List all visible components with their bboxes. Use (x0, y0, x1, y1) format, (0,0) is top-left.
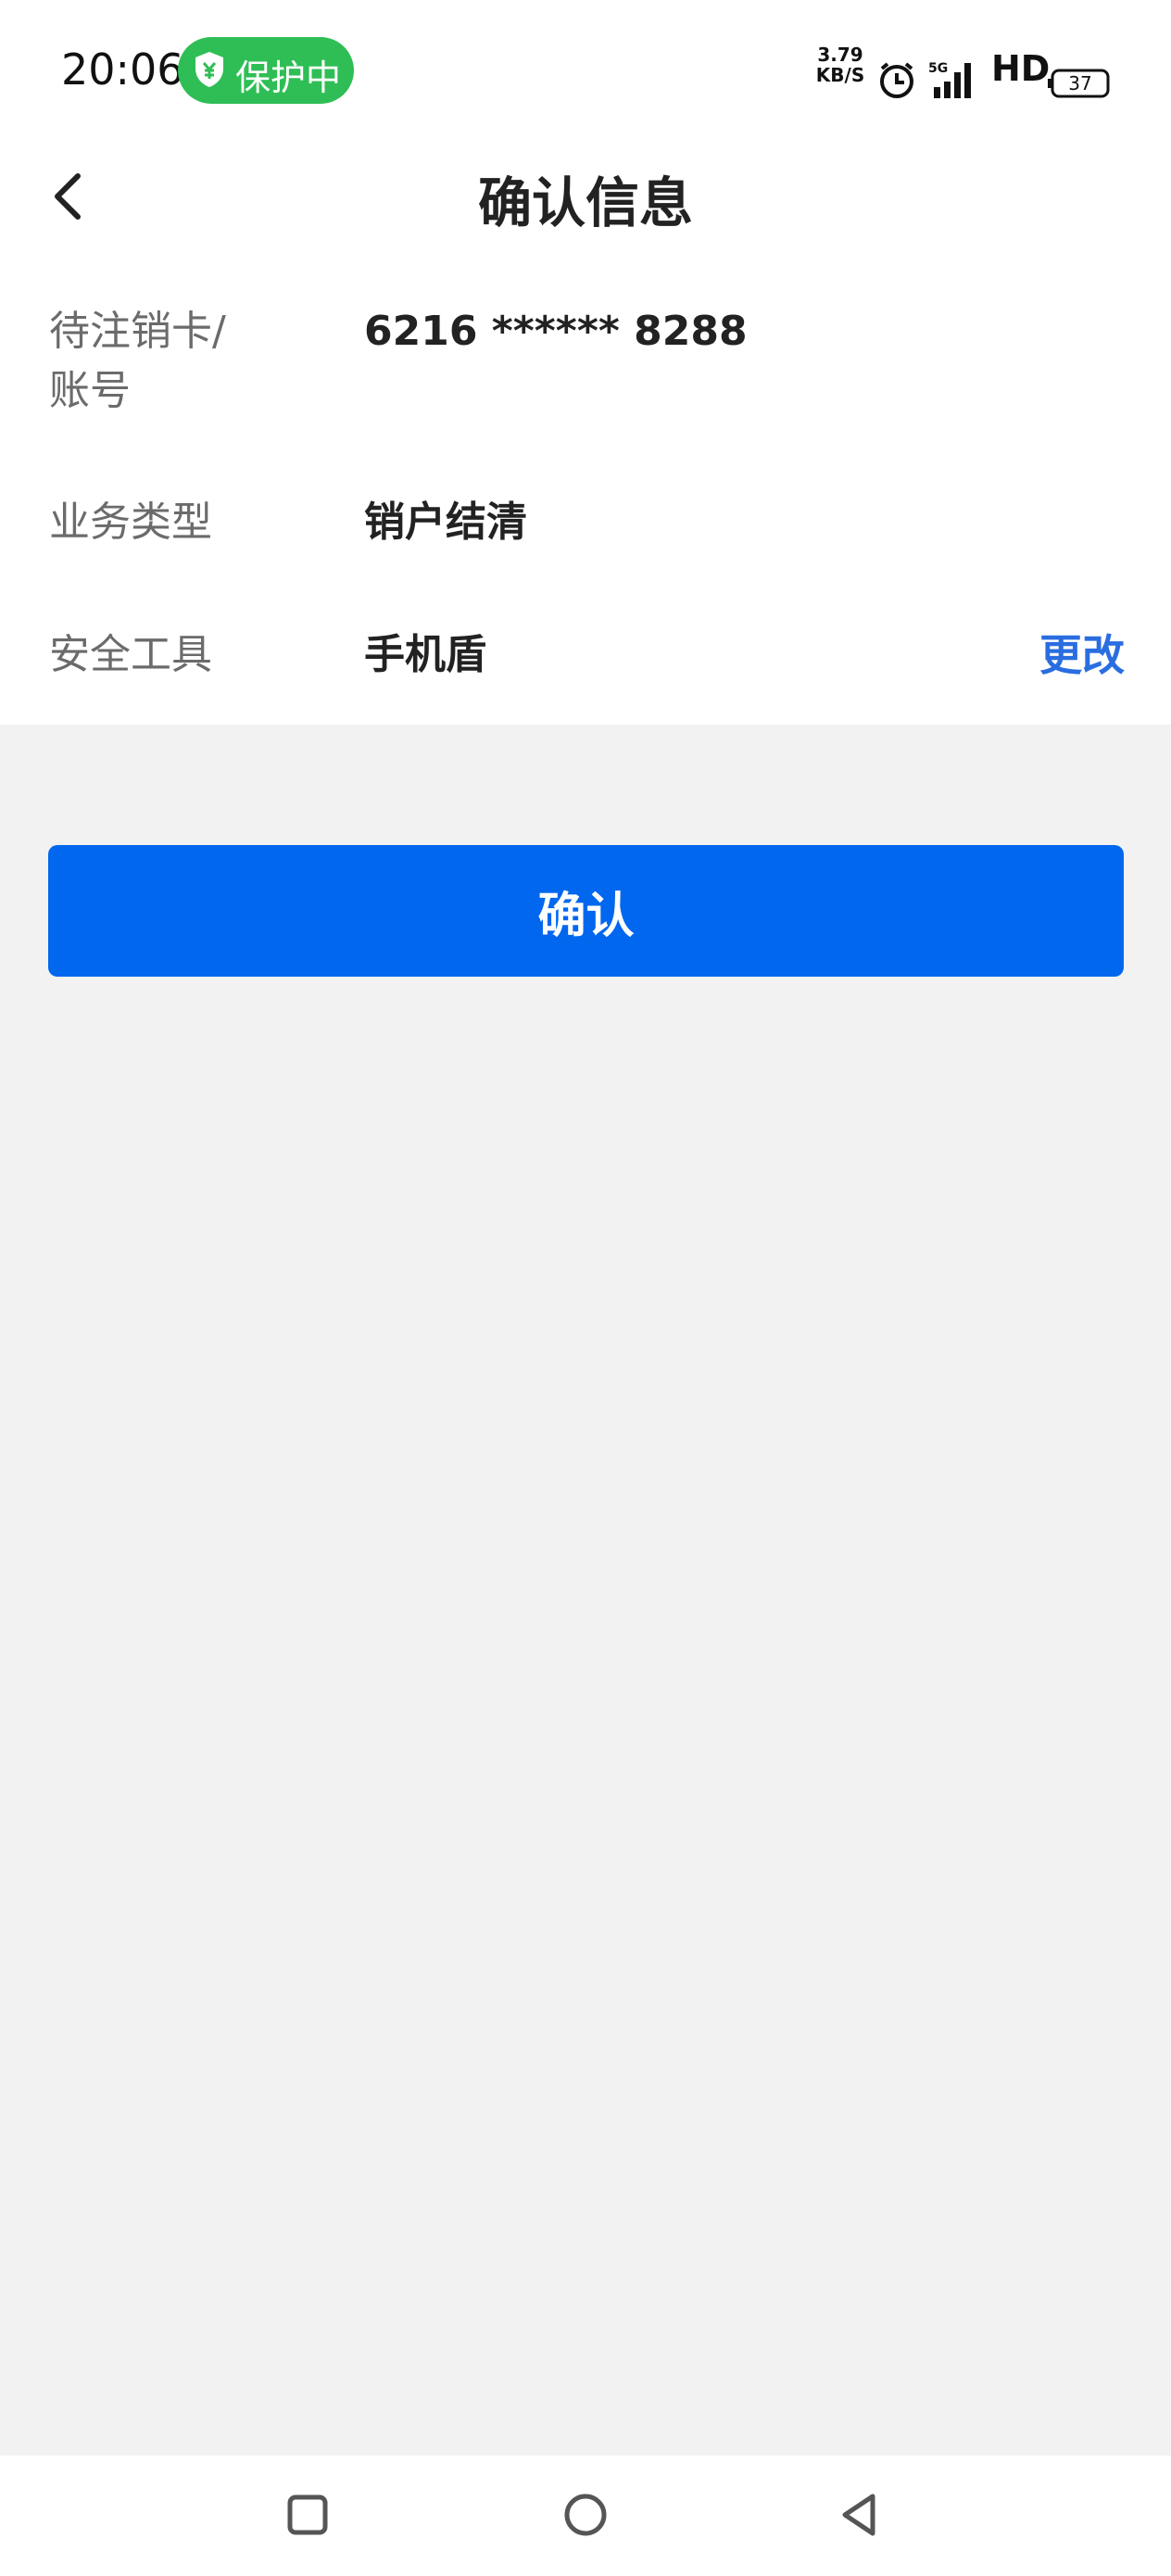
status-bar: 20:06 保护中 3.79 KB/S 5G HD 37 (0, 0, 1171, 139)
security-tool-label: 安全工具 (49, 631, 212, 678)
security-tool-value: 手机盾 (364, 631, 486, 678)
change-security-tool-link[interactable]: 更改 (1039, 625, 1125, 685)
speed-value: 3.79 (817, 44, 863, 66)
hd-indicator: HD (991, 48, 1051, 89)
business-type-value: 销户结清 (364, 499, 527, 546)
network-speed: 3.79 KB/S (815, 44, 865, 100)
battery-icon: 37 (1048, 69, 1110, 98)
battery-level: 37 (1068, 72, 1091, 95)
home-icon[interactable] (561, 2491, 610, 2539)
shield-icon (195, 52, 223, 87)
protection-label: 保护中 (235, 57, 342, 98)
protection-badge[interactable]: 保护中 (178, 37, 354, 104)
speed-unit: KB/S (815, 64, 865, 86)
status-time: 20:06 (61, 44, 184, 95)
page-title: 确认信息 (477, 171, 693, 234)
system-nav-bar (0, 2456, 1171, 2576)
back-icon[interactable] (836, 2491, 884, 2539)
confirm-button[interactable]: 确认 (48, 845, 1124, 977)
alarm-icon (880, 62, 913, 98)
card-account-label: 待注销卡/ (49, 308, 226, 355)
card-account-label-line2: 账号 (49, 367, 131, 414)
recent-apps-icon[interactable] (283, 2491, 332, 2539)
card-account-value: 6216 ****** 8288 (364, 308, 748, 355)
svg-text:5G: 5G (928, 61, 948, 76)
signal-5g-icon: 5G (928, 61, 971, 98)
business-type-label: 业务类型 (49, 499, 212, 546)
